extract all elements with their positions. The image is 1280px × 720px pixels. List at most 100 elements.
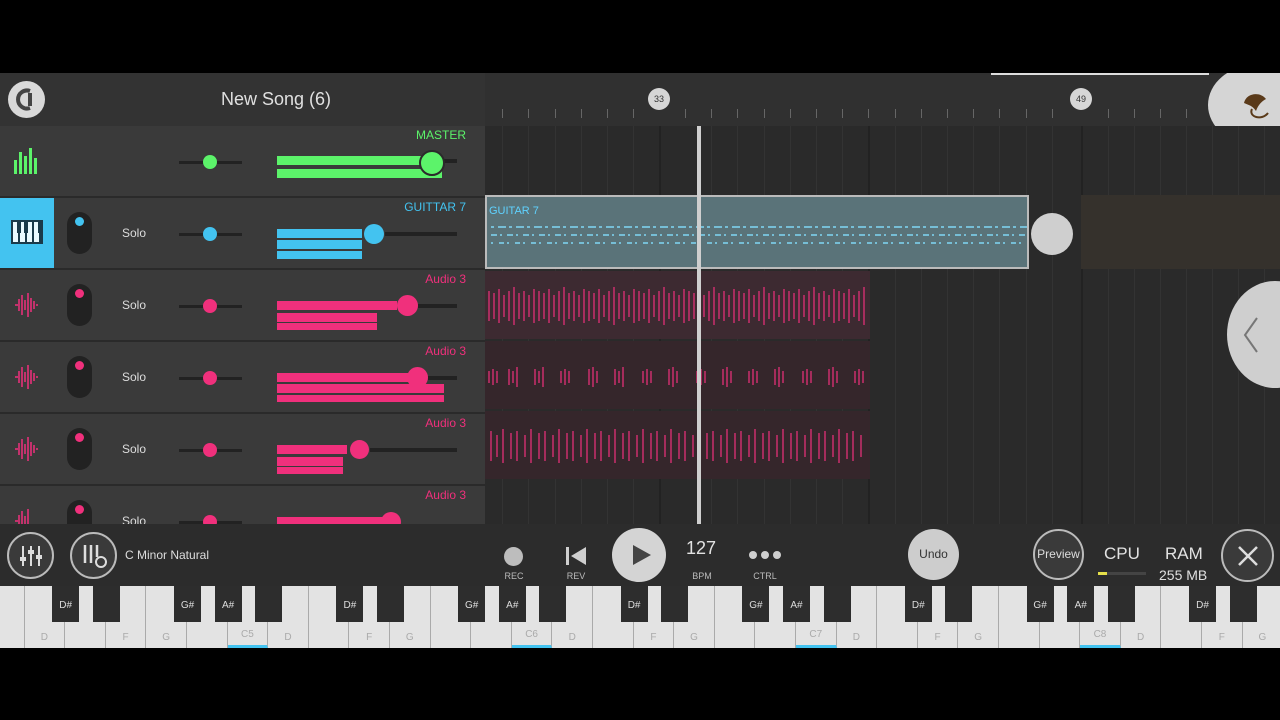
audio-clip-2[interactable] [485,341,870,411]
volume-knob[interactable] [419,150,445,176]
track-name: Audio 3 [425,344,466,358]
black-key[interactable] [661,586,689,622]
mute-toggle[interactable] [67,428,92,470]
waveform-icon[interactable] [12,290,42,320]
close-button[interactable] [1221,529,1274,582]
volume-knob[interactable] [364,224,384,244]
song-title[interactable]: New Song (6) [221,89,331,110]
track-audio-1[interactable]: Solo Audio 3 [0,270,485,342]
key-label: D# [59,600,73,611]
key-label: F [366,632,373,643]
track-guitar[interactable]: Solo GUITTAR 7 [0,198,485,270]
pan-slider[interactable] [179,443,242,457]
mixer-bars-icon[interactable] [12,146,42,176]
piano-keys-icon [11,220,43,244]
loop-region-line[interactable] [991,73,1209,75]
black-key[interactable] [92,586,120,622]
black-key[interactable]: A# [1067,586,1095,622]
pan-slider[interactable] [179,155,242,169]
track-audio-2[interactable]: Solo Audio 3 [0,342,485,414]
key-label: A# [790,600,803,611]
pan-slider[interactable] [179,227,242,241]
black-key[interactable]: A# [783,586,810,622]
black-key[interactable]: D# [52,586,80,622]
black-key[interactable] [945,586,973,622]
black-key[interactable]: G# [1026,586,1054,622]
guitar-pattern-clip[interactable]: GUITAR 7 [485,195,1029,269]
track-audio-4[interactable]: Solo Audio 3 [0,486,485,542]
track-master[interactable]: MASTER [0,126,485,198]
solo-button[interactable]: Solo [122,298,146,312]
volume-bar [277,445,347,454]
scale-label[interactable]: C Minor Natural [125,548,209,562]
black-key[interactable]: D# [336,586,364,622]
side-panel-toggle[interactable] [1227,281,1280,388]
black-key[interactable] [255,586,283,622]
mute-indicator [75,217,84,226]
timeline-ruler[interactable]: 33 49 [485,73,1280,126]
black-key[interactable]: D# [1189,586,1216,622]
pan-slider[interactable] [179,299,242,313]
preview-button[interactable]: Preview [1033,529,1084,580]
black-key[interactable]: A# [214,586,242,622]
bar-marker-33[interactable]: 33 [648,88,670,110]
black-key[interactable] [377,586,404,622]
selection-shade [1081,195,1280,269]
solo-button[interactable]: Solo [122,370,146,384]
black-key[interactable]: D# [620,586,648,622]
pan-knob[interactable] [203,371,217,385]
black-key[interactable] [539,586,567,622]
playlist-area[interactable]: GUITAR 7 [485,126,1280,524]
volume-bar-low [277,251,362,259]
header: New Song (6) 33 49 [0,73,1280,145]
audio-clip-3[interactable] [485,411,870,481]
black-key[interactable]: G# [458,586,486,622]
pan-knob[interactable] [203,299,217,313]
track-audio-3[interactable]: Solo Audio 3 [0,414,485,486]
main-menu-button[interactable] [8,81,45,118]
mute-toggle[interactable] [67,356,92,398]
waveform-icon[interactable] [12,434,42,464]
waveform-icon[interactable] [12,362,42,392]
solo-button[interactable]: Solo [122,226,146,240]
piano-keyboard[interactable]: D F G C5 D F G C6 D F G C7 D F G C8 D F G D# G# A# D# G# A# D# G# A… [0,586,1280,648]
mute-toggle[interactable] [67,284,92,326]
more-options-icon[interactable] [748,550,782,560]
tempo-value[interactable]: 127 [686,538,716,559]
pan-knob[interactable] [203,155,217,169]
audio-clip-1[interactable] [485,271,870,341]
close-icon [1238,546,1258,566]
record-button[interactable] [504,547,523,566]
black-key[interactable] [1107,586,1135,622]
key-label: G# [465,600,479,611]
track-name: Audio 3 [425,416,466,430]
rewind-icon[interactable] [565,545,587,567]
volume-track [370,448,457,452]
scale-settings-button[interactable] [70,532,117,579]
black-key[interactable]: G# [742,586,770,622]
key-label: F [122,632,129,643]
clip-resize-handle[interactable] [1031,213,1073,255]
instrument-button[interactable] [0,198,54,268]
fruit-logo-icon [1244,94,1269,119]
pan-knob[interactable] [203,227,217,241]
pan-knob[interactable] [203,443,217,457]
black-key[interactable]: G# [174,586,201,622]
volume-knob[interactable] [397,295,418,316]
mute-toggle[interactable] [67,212,92,254]
play-button[interactable] [612,528,666,582]
black-key[interactable]: A# [498,586,526,622]
volume-knob[interactable] [350,440,369,459]
pan-slider[interactable] [179,371,242,385]
volume-knob[interactable] [407,367,428,388]
white-key[interactable] [0,586,25,648]
black-key[interactable] [823,586,851,622]
mixer-button[interactable] [7,532,54,579]
black-key[interactable] [1229,586,1257,622]
volume-bar [277,229,362,238]
playhead[interactable] [697,126,701,524]
undo-button[interactable]: Undo [908,529,959,580]
solo-button[interactable]: Solo [122,442,146,456]
black-key[interactable]: D# [904,586,932,622]
bar-marker-49[interactable]: 49 [1070,88,1092,110]
